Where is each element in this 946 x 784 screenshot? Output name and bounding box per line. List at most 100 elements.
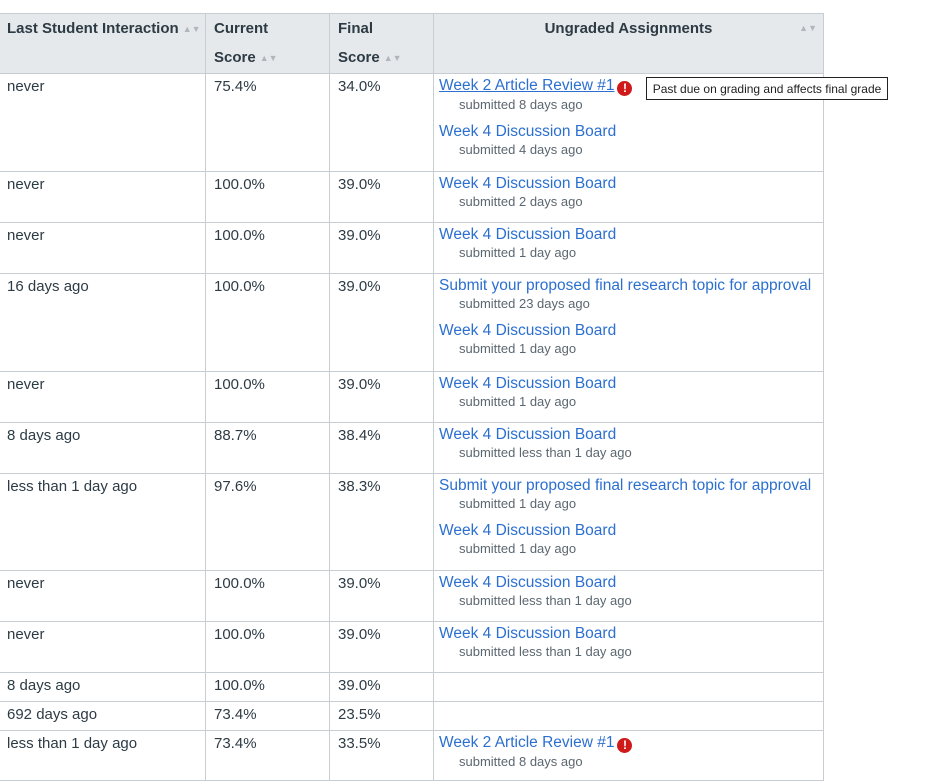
last-interaction-cell: never [0, 569, 206, 622]
submitted-status: submitted 1 day ago [459, 393, 577, 409]
submitted-status: submitted 23 days ago [459, 295, 590, 311]
submitted-status: submitted 1 day ago [459, 340, 577, 356]
submitted-status: submitted 2 days ago [459, 193, 583, 209]
last-interaction-cell: 692 days ago [0, 700, 206, 731]
current-score-cell: 88.7% [205, 421, 330, 474]
table-row: 692 days ago 73.4% 23.5% [0, 700, 824, 731]
assignment-link[interactable]: Week 4 Discussion Board [439, 122, 616, 141]
current-score-cell: 100.0% [205, 370, 330, 423]
final-score-cell: 33.5% [329, 729, 434, 781]
last-interaction-cell: never [0, 370, 206, 423]
ungraded-assignments-cell: Week 4 Discussion Board submitted 2 days … [433, 170, 824, 223]
assignment-link[interactable]: Week 4 Discussion Board [439, 321, 616, 340]
table-row: 8 days ago 100.0% 39.0% [0, 671, 824, 702]
submitted-status: submitted 1 day ago [459, 540, 577, 556]
ungraded-assignments-cell: Submit your proposed final research topi… [433, 472, 824, 571]
assignment-link[interactable]: Submit your proposed final research topi… [439, 276, 811, 295]
assignment-link[interactable]: Week 4 Discussion Board [439, 174, 616, 193]
column-header-last-interaction[interactable]: Last Student Interaction ▲▼ [0, 13, 206, 74]
table-row: never 100.0% 39.0% Week 4 Discussion Board s… [0, 569, 824, 622]
last-interaction-cell: never [0, 620, 206, 673]
submitted-status: submitted less than 1 day ago [459, 444, 632, 460]
ungraded-assignments-cell: Week 2 Article Review #1! submitted 8 day… [433, 729, 824, 781]
assignment-item: Week 4 Discussion Board submitted 1 day a… [439, 225, 823, 262]
assignment-item: Week 4 Discussion Board submitted 2 days … [439, 174, 823, 211]
column-header-final-score[interactable]: Final Score ▲▼ [329, 13, 434, 74]
current-score-cell: 73.4% [205, 700, 330, 731]
table-row: never 100.0% 39.0% Week 4 Discussion Board s… [0, 370, 824, 423]
assignment-link[interactable]: Week 4 Discussion Board [439, 573, 616, 592]
final-score-cell: 38.4% [329, 421, 434, 474]
assignment-item: Week 4 Discussion Board submitted 4 days … [439, 122, 823, 159]
final-score-cell: 23.5% [329, 700, 434, 731]
final-score-cell: 39.0% [329, 370, 434, 423]
warning-tooltip: Past due on grading and affects final gr… [646, 77, 888, 100]
last-interaction-cell: less than 1 day ago [0, 472, 206, 571]
table-row: never 100.0% 39.0% Week 4 Discussion Board s… [0, 170, 824, 223]
sort-icon: ▲▼ [799, 23, 817, 33]
assignment-link[interactable]: Week 4 Discussion Board [439, 225, 616, 244]
warning-icon[interactable]: ! [617, 80, 633, 96]
final-score-cell: 39.0% [329, 569, 434, 622]
final-score-cell: 39.0% [329, 620, 434, 673]
submitted-status: submitted 4 days ago [459, 141, 583, 157]
last-interaction-cell: never [0, 170, 206, 223]
assignment-item: Submit your proposed final research topi… [439, 276, 823, 313]
current-score-cell: 100.0% [205, 569, 330, 622]
final-score-cell: 39.0% [329, 671, 434, 702]
assignment-item: Submit your proposed final research topi… [439, 476, 823, 513]
ungraded-assignments-cell: Week 4 Discussion Board submitted 1 day a… [433, 221, 824, 274]
assignment-item: Week 4 Discussion Board submitted 1 day a… [439, 374, 823, 411]
students-grades-table: Last Student Interaction ▲▼ Current Score… [0, 13, 824, 781]
column-header-ungraded-assignments[interactable]: Ungraded Assignments ▲▼ [433, 13, 824, 74]
assignment-link[interactable]: Week 4 Discussion Board [439, 425, 616, 444]
ungraded-assignments-cell: Week 4 Discussion Board submitted 1 day a… [433, 370, 824, 423]
last-interaction-cell: never [0, 221, 206, 274]
last-interaction-cell: less than 1 day ago [0, 729, 206, 781]
assignment-item: Week 2 Article Review #1! submitted 8 day… [439, 733, 823, 771]
current-score-cell: 100.0% [205, 221, 330, 274]
table-row: never 100.0% 39.0% Week 4 Discussion Board s… [0, 221, 824, 274]
last-interaction-cell: 8 days ago [0, 671, 206, 702]
final-score-cell: 34.0% [329, 72, 434, 172]
assignment-link[interactable]: Submit your proposed final research topi… [439, 476, 811, 495]
ungraded-assignments-cell: Week 4 Discussion Board submitted less th… [433, 620, 824, 673]
assignment-link[interactable]: Week 2 Article Review #1 [439, 76, 614, 95]
assignment-link[interactable]: Week 4 Discussion Board [439, 374, 616, 393]
ungraded-assignments-cell: Submit your proposed final research topi… [433, 272, 824, 372]
assignment-link[interactable]: Week 4 Discussion Board [439, 521, 616, 540]
submitted-status: submitted 1 day ago [459, 495, 577, 511]
assignment-item: Week 4 Discussion Board submitted 1 day a… [439, 321, 823, 358]
final-score-cell: 39.0% [329, 170, 434, 223]
table-header-row: Last Student Interaction ▲▼ Current Score… [0, 13, 824, 74]
ungraded-assignments-cell: Week 4 Discussion Board submitted less th… [433, 569, 824, 622]
ungraded-assignments-cell [433, 700, 824, 731]
warning-icon[interactable]: ! [617, 737, 633, 753]
submitted-status: submitted less than 1 day ago [459, 592, 632, 608]
submitted-status: submitted 8 days ago [459, 753, 583, 769]
last-interaction-cell: never [0, 72, 206, 172]
sort-icon: ▲▼ [259, 52, 278, 63]
ungraded-assignments-cell: Week 4 Discussion Board submitted less th… [433, 421, 824, 474]
table-row: 16 days ago 100.0% 39.0% Submit your propos… [0, 272, 824, 372]
final-score-cell: 39.0% [329, 272, 434, 372]
current-score-cell: 100.0% [205, 170, 330, 223]
last-interaction-cell: 8 days ago [0, 421, 206, 474]
assignment-item: Week 4 Discussion Board submitted less th… [439, 624, 823, 661]
assignment-item: Week 4 Discussion Board submitted less th… [439, 573, 823, 610]
assignment-link[interactable]: Week 4 Discussion Board [439, 624, 616, 643]
ungraded-assignments-cell [433, 671, 824, 702]
sort-icon: ▲▼ [182, 23, 201, 34]
current-score-cell: 73.4% [205, 729, 330, 781]
column-header-current-score[interactable]: Current Score ▲▼ [205, 13, 330, 74]
table-row: 8 days ago 88.7% 38.4% Week 4 Discussion Bo… [0, 421, 824, 474]
assignment-link[interactable]: Week 2 Article Review #1 [439, 733, 614, 752]
current-score-cell: 97.6% [205, 472, 330, 571]
final-score-cell: 39.0% [329, 221, 434, 274]
submitted-status: submitted 1 day ago [459, 244, 577, 260]
assignment-item: Week 4 Discussion Board submitted 1 day a… [439, 521, 823, 558]
current-score-cell: 100.0% [205, 671, 330, 702]
table-row: never 100.0% 39.0% Week 4 Discussion Board s… [0, 620, 824, 673]
current-score-cell: 100.0% [205, 272, 330, 372]
table-row: less than 1 day ago 97.6% 38.3% Submit your… [0, 472, 824, 571]
